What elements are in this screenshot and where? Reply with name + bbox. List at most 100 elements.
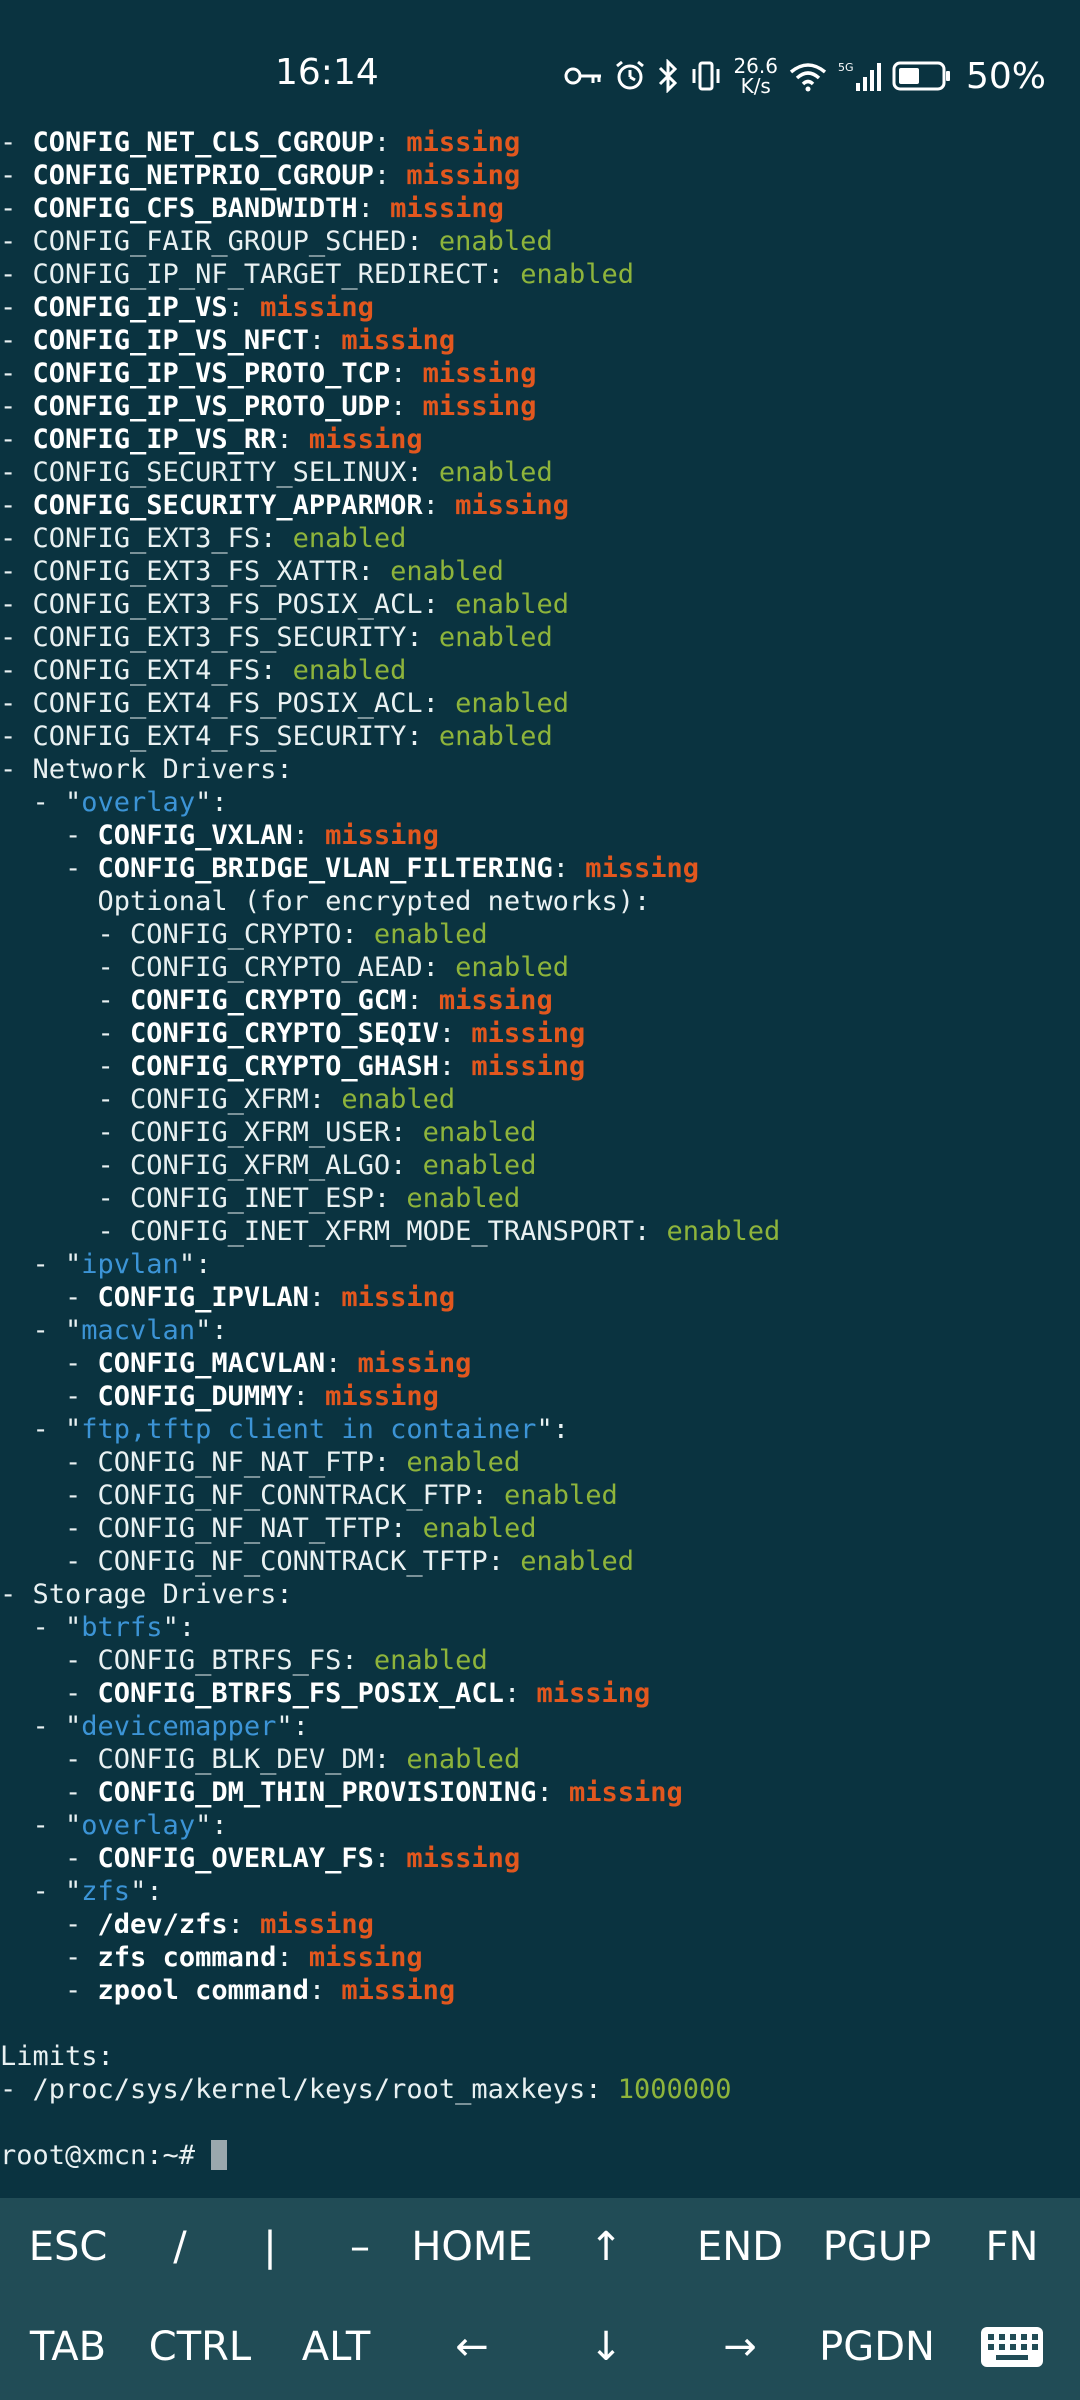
- terminal-line: - CONFIG_IP_VS: missing: [0, 292, 374, 323]
- terminal-line: - "macvlan":: [0, 1315, 228, 1346]
- status-missing: missing: [325, 1381, 439, 1412]
- config-name: CONFIG_EXT3_FS_SECURITY: [32, 622, 407, 653]
- status-missing: missing: [341, 1975, 456, 2006]
- config-name: CONFIG_OVERLAY_FS: [97, 1843, 374, 1874]
- key-5[interactable]: →: [680, 2298, 800, 2396]
- keyboard-toggle-button[interactable]: [952, 2298, 1072, 2396]
- key-7[interactable]: PGUP: [817, 2198, 937, 2296]
- group-name: ftp,tftp client in container: [81, 1414, 537, 1445]
- config-name: CONFIG_XFRM_USER: [130, 1117, 391, 1148]
- config-name: CONFIG_EXT3_FS_POSIX_ACL: [32, 589, 423, 620]
- config-name: CONFIG_INET_XFRM_MODE_TRANSPORT: [130, 1216, 634, 1247]
- network-speed: 26.6 K/s: [733, 54, 778, 98]
- status-enabled: enabled: [455, 589, 569, 620]
- status-enabled: enabled: [503, 1480, 618, 1511]
- status-missing: missing: [585, 853, 700, 884]
- terminal-line: - CONFIG_INET_XFRM_MODE_TRANSPORT: enabl…: [0, 1216, 781, 1247]
- terminal-line: - CONFIG_EXT3_FS: enabled: [0, 523, 407, 554]
- config-name: CONFIG_INET_ESP: [130, 1183, 374, 1214]
- status-enabled: enabled: [373, 919, 488, 950]
- config-name: CONFIG_FAIR_GROUP_SCHED: [32, 226, 407, 257]
- key-3[interactable]: –: [300, 2198, 420, 2296]
- signal-5g-icon: 5G: [838, 59, 882, 93]
- terminal-line: - CONFIG_DUMMY: missing: [0, 1381, 439, 1412]
- terminal-line: - CONFIG_CFS_BANDWIDTH: missing: [0, 193, 504, 224]
- status-bar: 16:14 26.6 K/s 5G 50%: [0, 0, 1080, 136]
- alarm-icon: [613, 59, 647, 93]
- plain-text: Optional (for encrypted networks):: [0, 886, 651, 917]
- terminal-line: root@xmcn:~#: [0, 2139, 1080, 2172]
- status-missing: missing: [325, 820, 439, 851]
- terminal-line: - CONFIG_IP_VS_RR: missing: [0, 424, 423, 455]
- key-8[interactable]: FN: [952, 2198, 1072, 2296]
- terminal-line: - CONFIG_VXLAN: missing: [0, 820, 439, 851]
- terminal-line: - CONFIG_MACVLAN: missing: [0, 1348, 472, 1379]
- terminal-line: - "overlay":: [0, 787, 228, 818]
- terminal-line: - CONFIG_NF_CONNTRACK_FTP: enabled: [0, 1480, 618, 1511]
- terminal-line: - CONFIG_BTRFS_FS_POSIX_ACL: missing: [0, 1678, 651, 1709]
- terminal-line: Limits:: [0, 2040, 1080, 2073]
- terminal-line: Optional (for encrypted networks):: [0, 885, 1080, 918]
- key-1[interactable]: CTRL: [140, 2298, 260, 2396]
- config-name: CONFIG_NF_CONNTRACK_TFTP: [97, 1546, 488, 1577]
- config-name: CONFIG_XFRM_ALGO: [130, 1150, 391, 1181]
- status-enabled: enabled: [455, 952, 569, 983]
- terminal-line: - CONFIG_XFRM_ALGO: enabled: [0, 1150, 537, 1181]
- key-6[interactable]: END: [680, 2198, 800, 2296]
- terminal-line: - CONFIG_IP_VS_NFCT: missing: [0, 325, 456, 356]
- status-enabled: enabled: [406, 1447, 521, 1478]
- config-name: CONFIG_EXT4_FS_SECURITY: [32, 721, 407, 752]
- group-name: ipvlan: [81, 1249, 179, 1280]
- key-4[interactable]: ↓: [546, 2298, 666, 2396]
- terminal-line: - CONFIG_IP_NF_TARGET_REDIRECT: enabled: [0, 259, 634, 290]
- config-name: zfs command: [97, 1942, 277, 1973]
- terminal-line: - "zfs":: [0, 1876, 163, 1907]
- key-0[interactable]: TAB: [8, 2298, 128, 2396]
- plain-text: Limits:: [0, 2041, 114, 2072]
- status-enabled: enabled: [292, 523, 407, 554]
- terminal-line: - "ftp,tftp client in container":: [0, 1414, 569, 1445]
- status-missing: missing: [341, 1282, 456, 1313]
- status-enabled: enabled: [455, 688, 569, 719]
- terminal-line: - "btrfs":: [0, 1612, 196, 1643]
- terminal-line: - /proc/sys/kernel/keys/root_maxkeys: 10…: [0, 2073, 1080, 2106]
- shell-prompt: root@xmcn:~#: [0, 2140, 212, 2171]
- config-name: CONFIG_IPVLAN: [97, 1282, 309, 1313]
- config-name: /dev/zfs: [97, 1909, 228, 1940]
- status-enabled: enabled: [520, 1546, 634, 1577]
- group-name: overlay: [81, 787, 196, 818]
- config-name: CONFIG_IP_NF_TARGET_REDIRECT: [32, 259, 488, 290]
- terminal-line: - CONFIG_IP_VS_PROTO_TCP: missing: [0, 358, 537, 389]
- key-5[interactable]: ↑: [546, 2198, 666, 2296]
- config-name: CONFIG_DUMMY: [97, 1381, 293, 1412]
- terminal-output[interactable]: - CONFIG_NET_CLS_CGROUP: missing - CONFIG…: [0, 126, 1080, 2198]
- config-name: CONFIG_CRYPTO: [130, 919, 342, 950]
- wifi-icon: [788, 60, 828, 92]
- terminal-line: - "overlay":: [0, 1810, 228, 1841]
- config-name: CONFIG_NF_NAT_TFTP: [97, 1513, 391, 1544]
- key-0[interactable]: ESC: [8, 2198, 128, 2296]
- status-enabled: enabled: [406, 1744, 521, 1775]
- section-heading: - Network Drivers:: [0, 754, 293, 785]
- status-missing: missing: [568, 1777, 683, 1808]
- status-enabled: enabled: [341, 1084, 456, 1115]
- key-4[interactable]: HOME: [411, 2198, 532, 2296]
- key-6[interactable]: PGDN: [817, 2298, 937, 2396]
- terminal-line: - CONFIG_NF_NAT_FTP: enabled: [0, 1447, 521, 1478]
- terminal-line: - CONFIG_BRIDGE_VLAN_FILTERING: missing: [0, 853, 700, 884]
- terminal-line: - CONFIG_NF_NAT_TFTP: enabled: [0, 1513, 537, 1544]
- status-missing: missing: [471, 1051, 586, 1082]
- status-enabled: enabled: [406, 1183, 521, 1214]
- key-3[interactable]: ←: [412, 2298, 532, 2396]
- status-enabled: enabled: [373, 1645, 488, 1676]
- config-name: CONFIG_MACVLAN: [97, 1348, 326, 1379]
- config-name: zpool command: [97, 1975, 309, 2006]
- terminal-line: - Network Drivers:: [0, 753, 1080, 786]
- config-name: CONFIG_NF_NAT_FTP: [97, 1447, 374, 1478]
- config-name: CONFIG_SECURITY_APPARMOR: [32, 490, 423, 521]
- terminal-line: - CONFIG_BLK_DEV_DM: enabled: [0, 1744, 521, 1775]
- cursor[interactable]: [211, 2140, 228, 2170]
- key-2[interactable]: ALT: [276, 2298, 396, 2396]
